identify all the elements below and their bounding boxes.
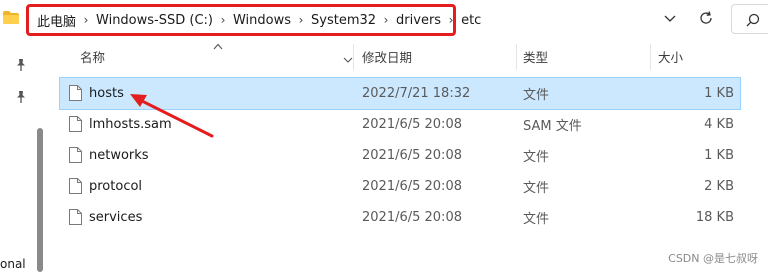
folder-icon bbox=[3, 11, 19, 24]
address-row: 此电脑 › Windows-SSD (C:) › Windows › Syste… bbox=[0, 0, 768, 40]
file-name: networks bbox=[89, 148, 149, 163]
file-type: 文件 bbox=[523, 181, 550, 196]
chevron-right-icon[interactable]: › bbox=[441, 13, 461, 27]
file-row-networks[interactable]: networks 2021/6/5 20:08 文件 1 KB bbox=[60, 140, 740, 171]
file-name: services bbox=[89, 210, 143, 225]
pin-icon[interactable] bbox=[14, 58, 28, 72]
address-bar[interactable]: 此电脑 › Windows-SSD (C:) › Windows › Syste… bbox=[26, 4, 481, 36]
chevron-down-icon[interactable] bbox=[343, 56, 353, 64]
sort-up-icon bbox=[213, 43, 223, 50]
column-header-row: 名称 修改日期 类型 大小 bbox=[45, 40, 768, 72]
column-header-date[interactable]: 修改日期 bbox=[362, 40, 412, 72]
chevron-right-icon[interactable]: › bbox=[376, 13, 396, 27]
crumb-windows[interactable]: Windows bbox=[233, 13, 291, 28]
file-size: 1 KB bbox=[704, 86, 734, 101]
file-date: 2021/6/5 20:08 bbox=[362, 210, 462, 225]
column-divider[interactable] bbox=[650, 44, 651, 70]
pin-icon[interactable] bbox=[14, 90, 28, 104]
nav-item-label[interactable]: onal bbox=[0, 257, 26, 271]
column-header-size[interactable]: 大小 bbox=[658, 40, 683, 72]
column-header-name[interactable]: 名称 bbox=[80, 40, 105, 72]
chevron-right-icon[interactable]: › bbox=[213, 13, 233, 27]
file-icon bbox=[69, 147, 82, 163]
chevron-down-icon[interactable] bbox=[662, 10, 678, 26]
column-divider[interactable] bbox=[353, 44, 354, 70]
file-date: 2021/6/5 20:08 bbox=[362, 117, 462, 132]
file-icon bbox=[69, 178, 82, 194]
file-size: 4 KB bbox=[704, 117, 734, 132]
file-name: hosts bbox=[89, 86, 124, 101]
column-header-type[interactable]: 类型 bbox=[523, 40, 548, 72]
annotation-arrow bbox=[130, 94, 214, 138]
file-type: SAM 文件 bbox=[523, 119, 582, 134]
file-size: 1 KB bbox=[704, 148, 734, 163]
column-divider[interactable] bbox=[516, 44, 517, 70]
watermark: CSDN @是七叔呀 bbox=[668, 252, 758, 265]
chevron-right-icon[interactable]: › bbox=[291, 13, 311, 27]
crumb-drive[interactable]: Windows-SSD (C:) bbox=[96, 13, 213, 28]
crumb-this-pc[interactable]: 此电脑 bbox=[37, 11, 76, 30]
file-icon bbox=[69, 209, 82, 225]
search-icon bbox=[746, 13, 760, 27]
file-date: 2021/6/5 20:08 bbox=[362, 148, 462, 163]
crumb-system32[interactable]: System32 bbox=[311, 13, 376, 28]
file-date: 2021/6/5 20:08 bbox=[362, 179, 462, 194]
nav-scrollbar[interactable] bbox=[37, 128, 43, 272]
file-type: 文件 bbox=[523, 88, 550, 103]
file-type: 文件 bbox=[523, 150, 550, 165]
crumb-etc[interactable]: etc bbox=[461, 13, 481, 28]
file-row-protocol[interactable]: protocol 2021/6/5 20:08 文件 2 KB bbox=[60, 171, 740, 202]
file-type: 文件 bbox=[523, 212, 550, 227]
file-icon bbox=[69, 116, 82, 132]
breadcrumb: 此电脑 › Windows-SSD (C:) › Windows › Syste… bbox=[37, 7, 481, 33]
search-input[interactable] bbox=[731, 4, 768, 34]
file-size: 18 KB bbox=[695, 210, 734, 225]
file-date: 2022/7/21 18:32 bbox=[362, 86, 471, 101]
file-name: protocol bbox=[89, 179, 143, 194]
refresh-icon[interactable] bbox=[698, 10, 714, 26]
chevron-right-icon[interactable]: › bbox=[76, 13, 96, 27]
file-icon bbox=[69, 85, 82, 101]
file-size: 2 KB bbox=[704, 179, 734, 194]
file-row-services[interactable]: services 2021/6/5 20:08 文件 18 KB bbox=[60, 202, 740, 233]
crumb-drivers[interactable]: drivers bbox=[396, 13, 441, 28]
